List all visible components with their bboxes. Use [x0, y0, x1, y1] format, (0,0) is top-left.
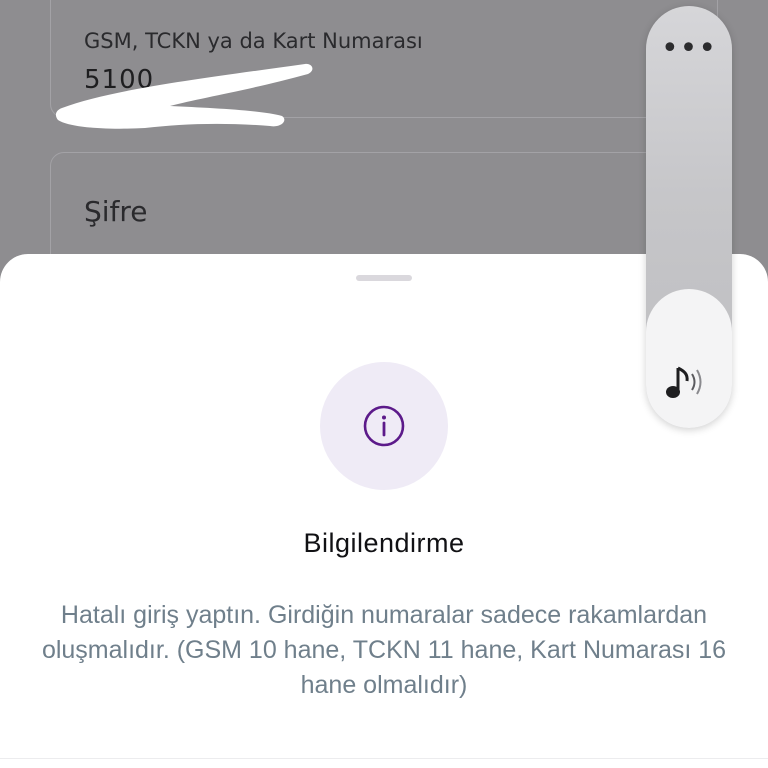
sheet-drag-handle[interactable] [356, 275, 412, 281]
more-options-icon[interactable]: ••• [646, 34, 732, 64]
info-icon-badge [320, 362, 448, 490]
redaction-scribble [55, 63, 313, 129]
music-note-icon[interactable] [664, 362, 714, 404]
volume-level-fill [646, 288, 732, 428]
sheet-message: Hatalı giriş yaptın. Girdiğin numaralar … [41, 601, 727, 699]
sheet-title: Bilgilendirme [303, 528, 465, 558]
info-icon [363, 405, 405, 447]
password-field-label: Şifre [84, 195, 148, 228]
divider [0, 758, 768, 759]
volume-slider[interactable]: ••• [646, 6, 732, 428]
